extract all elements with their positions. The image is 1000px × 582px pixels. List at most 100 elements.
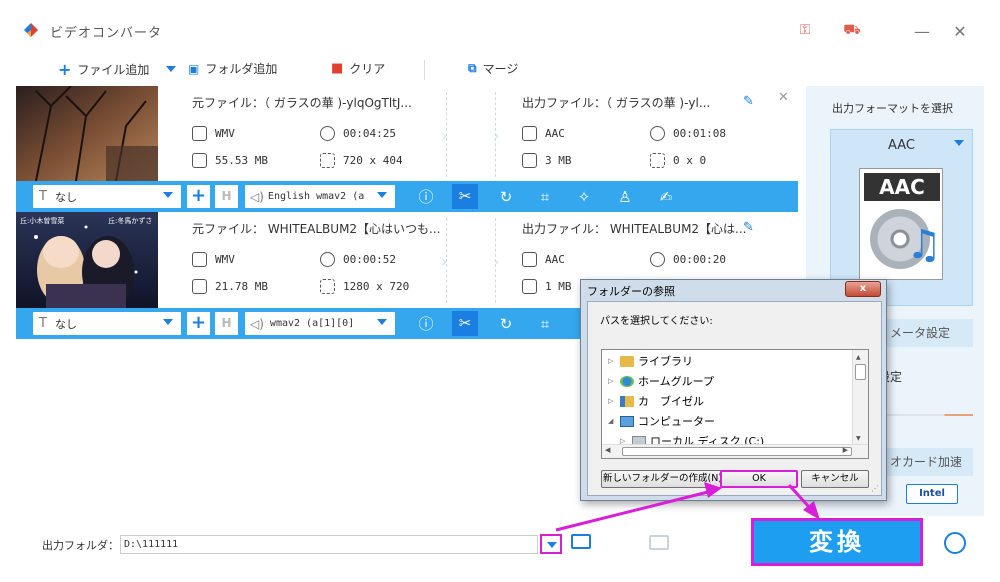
format-icon [192,126,207,141]
title-bar: ビデオコンバータ ⚿ ⛟ — ✕ [0,0,1000,52]
user-folder-icon [620,395,634,407]
expand-icon[interactable]: ▷ [608,377,616,385]
edit-icon[interactable]: ✎ [743,94,754,109]
remove-item-icon[interactable]: ✕ [778,90,789,105]
clock-icon [320,126,335,141]
clock-icon [650,252,665,267]
film-icon[interactable] [649,535,669,550]
crop-icon[interactable]: ⌗ [534,314,556,334]
video-thumbnail[interactable] [16,86,158,181]
rotate-icon[interactable]: ↻ [495,187,517,207]
output-duration: 00:01:08 [650,126,726,141]
intel-badge[interactable]: Intel [906,484,958,504]
clock-icon [650,126,665,141]
alarm-clock-icon[interactable] [944,532,966,554]
source-file-title: 元ファイル： WHITEALBUM2【心はいつも... [192,222,441,236]
scroll-right-icon[interactable]: ▶ [843,446,848,454]
resolution-icon [320,279,335,294]
library-icon [620,355,634,367]
output-folder-dropdown[interactable] [540,534,562,554]
thumbnail-caption-right: 丘:冬馬かずさ [108,217,153,225]
chevron-down-icon [163,319,173,325]
format-icon [522,252,537,267]
dialog-close-button[interactable]: x [845,281,881,297]
scroll-left-icon[interactable]: ◀ [605,446,610,454]
info-icon[interactable]: ⓘ [415,187,437,207]
horizontal-scrollbar[interactable]: ◀ ▶ [602,444,868,458]
item-separator: › › [441,92,499,177]
source-size: 21.78 MB [192,279,268,294]
clear-button[interactable]: ■ クリア [331,60,385,77]
cut-icon[interactable]: ✂ [452,184,478,209]
add-subtitle-button[interactable]: + [187,312,210,335]
scroll-up-icon[interactable]: ▲ [856,354,861,361]
list-item[interactable]: 元ファイル：（ ガラスの華 )-ylqOgTltJ... WMV 00:04:2… [16,86,798,181]
add-file-button[interactable]: + ファイル追加 [58,60,149,79]
format-icon [522,126,537,141]
cancel-button[interactable]: キャンセル [801,470,869,488]
add-file-dropdown-icon[interactable] [166,66,176,72]
subtitle-select[interactable]: T なし [33,312,181,335]
format-name: AAC [888,138,915,153]
subtitle-edit-icon[interactable]: ✍ [655,187,677,207]
info-icon[interactable]: ⓘ [415,314,437,334]
effect-wand-icon[interactable]: ✧ [573,187,595,207]
output-duration: 00:00:20 [650,252,726,267]
tree-item-computer[interactable]: ◢ コンピューター [608,413,715,429]
audio-track-select[interactable]: ◁) English wmav2 (a [245,185,395,208]
add-folder-button[interactable]: ▣ フォルダ追加 [188,60,277,77]
subtitle-select[interactable]: T なし [33,185,181,208]
tree-item-user[interactable]: ▷ カ ブイゼル [608,393,704,409]
tree-item-library[interactable]: ▷ ライブラリ [608,353,693,369]
item-control-bar: T なし + H ◁) English wmav2 (a ⓘ ✂ ↻ ⌗ ✧ ♙… [16,181,798,212]
arrow-right-icon: › [441,252,448,271]
resize-grip-icon[interactable]: ⋰ [871,484,879,493]
new-folder-button[interactable]: 新しいフォルダーの作成(N) [601,470,724,488]
folder-plus-icon: ▣ [188,61,200,76]
video-thumbnail[interactable] [16,212,158,308]
key-icon[interactable]: ⚿ [795,22,815,38]
file-icon [192,153,207,168]
folder-tree[interactable]: ▷ ライブラリ ▷ ホームグループ ▷ カ ブイゼル ◢ コンピューター ▷ ロ… [601,349,869,459]
cart-icon[interactable]: ⛟ [842,22,862,40]
open-folder-icon[interactable] [571,534,591,549]
aac-icon-label: AAC [864,173,940,201]
output-folder-input[interactable]: D:\111111 [120,535,538,554]
arrow-right-icon: › [493,252,500,271]
source-format: WMV [192,252,235,267]
homegroup-icon [620,375,634,387]
output-format: AAC [522,252,565,267]
expand-icon[interactable]: ▷ [608,397,616,405]
merge-button[interactable]: ⧉ マージ [468,60,518,77]
output-size: 3 MB [522,153,572,168]
minimize-button[interactable]: — [912,22,932,41]
output-file-title: 出力ファイル： WHITEALBUM2【心は... [522,222,747,236]
collapse-icon[interactable]: ◢ [608,417,616,425]
scrollbar-thumb[interactable] [622,447,852,456]
rotate-icon[interactable]: ↻ [495,314,517,334]
add-subtitle-button[interactable]: + [187,185,210,208]
source-format: WMV [192,126,235,141]
hw-icon: H [215,185,238,208]
cut-icon[interactable]: ✂ [452,311,478,336]
text-icon: T [39,316,47,331]
item-separator: › › [441,218,500,303]
file-icon [192,279,207,294]
audio-track-select[interactable]: ◁) wmav2 (a[1][0] [245,312,395,335]
close-button[interactable]: ✕ [950,22,970,41]
tree-item-homegroup[interactable]: ▷ ホームグループ [608,373,714,389]
thumbnail-caption-left: 丘:小木曽雪菜 [20,217,65,225]
arrow-right-icon: › [441,126,448,145]
vertical-scrollbar[interactable]: ▲ ▼ [852,350,868,444]
watermark-icon[interactable]: ♙ [614,187,636,207]
source-resolution: 1280 x 720 [320,279,409,294]
scrollbar-thumb[interactable] [855,364,866,380]
expand-icon[interactable]: ▷ [608,357,616,365]
ok-button[interactable]: OK [720,470,798,488]
aac-format-icon: AAC ♫ [859,168,943,280]
scroll-down-icon[interactable]: ▼ [856,435,861,442]
file-icon [522,153,537,168]
edit-icon[interactable]: ✎ [743,220,754,235]
crop-icon[interactable]: ⌗ [534,187,556,207]
convert-button[interactable]: 変換 [751,518,923,566]
